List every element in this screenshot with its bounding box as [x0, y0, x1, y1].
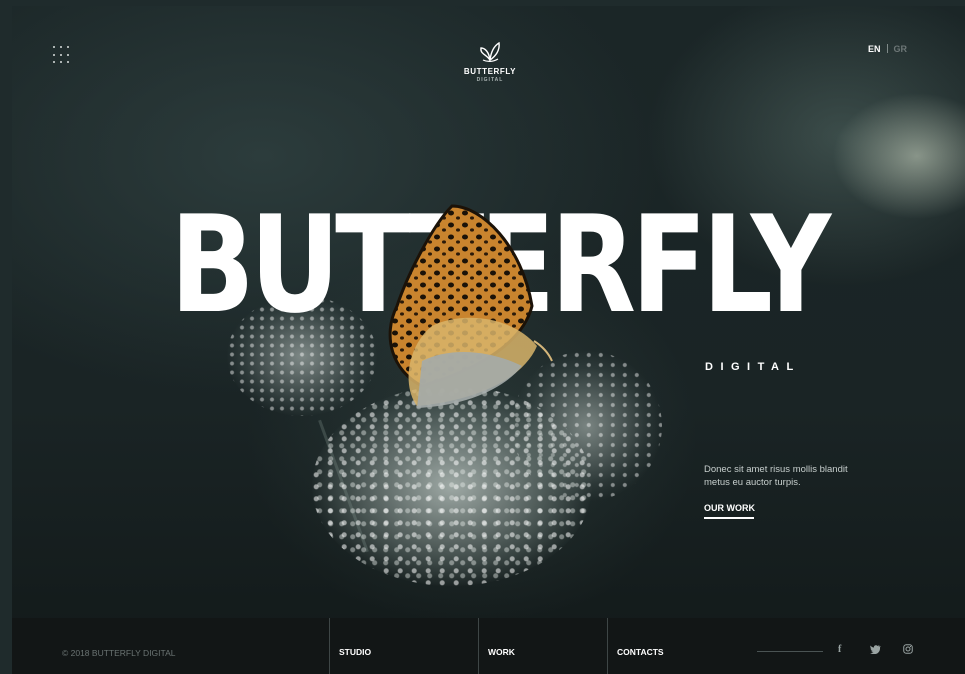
instagram-icon[interactable]: [903, 644, 913, 657]
facebook-icon[interactable]: f: [838, 644, 841, 655]
hero-subtitle: DIGITAL: [705, 361, 801, 373]
flower-main: [312, 386, 592, 586]
social-divider: [757, 651, 823, 652]
logo-name: BUTTERFLY: [463, 67, 517, 76]
cta-underline: [704, 517, 754, 519]
footer-nav-label[interactable]: CONTACTS: [617, 647, 664, 657]
lang-gr[interactable]: GR: [894, 44, 908, 54]
footer-nav-label[interactable]: STUDIO: [339, 647, 371, 657]
butterfly-image: [388, 204, 553, 408]
grid-menu-icon[interactable]: [53, 46, 71, 64]
lang-divider: [886, 44, 888, 53]
footer-nav-studio[interactable]: STUDIO: [329, 618, 371, 674]
hero-description: Donec sit amet risus mollis blandit metu…: [704, 464, 848, 488]
our-work-link[interactable]: OUR WORK: [704, 503, 755, 513]
footer-nav-contacts[interactable]: CONTACTS: [607, 618, 664, 674]
language-switcher: EN GR: [868, 44, 907, 54]
footer-nav-work[interactable]: WORK: [478, 618, 515, 674]
logo-subtitle: DIGITAL: [476, 77, 504, 83]
copyright: © 2018 BUTTERFLY DIGITAL: [62, 648, 176, 658]
footer-nav-label[interactable]: WORK: [488, 647, 515, 657]
hero-frame: BUTTERFLY DIGITAL EN GR BUTTERFLY DIGITAL…: [12, 6, 965, 674]
logo[interactable]: BUTTERFLY DIGITAL: [450, 40, 530, 83]
lang-en[interactable]: EN: [868, 44, 881, 54]
butterfly-logo-icon: [480, 41, 500, 62]
footer: © 2018 BUTTERFLY DIGITAL STUDIO WORK CON…: [12, 618, 965, 674]
twitter-icon[interactable]: [870, 645, 881, 657]
